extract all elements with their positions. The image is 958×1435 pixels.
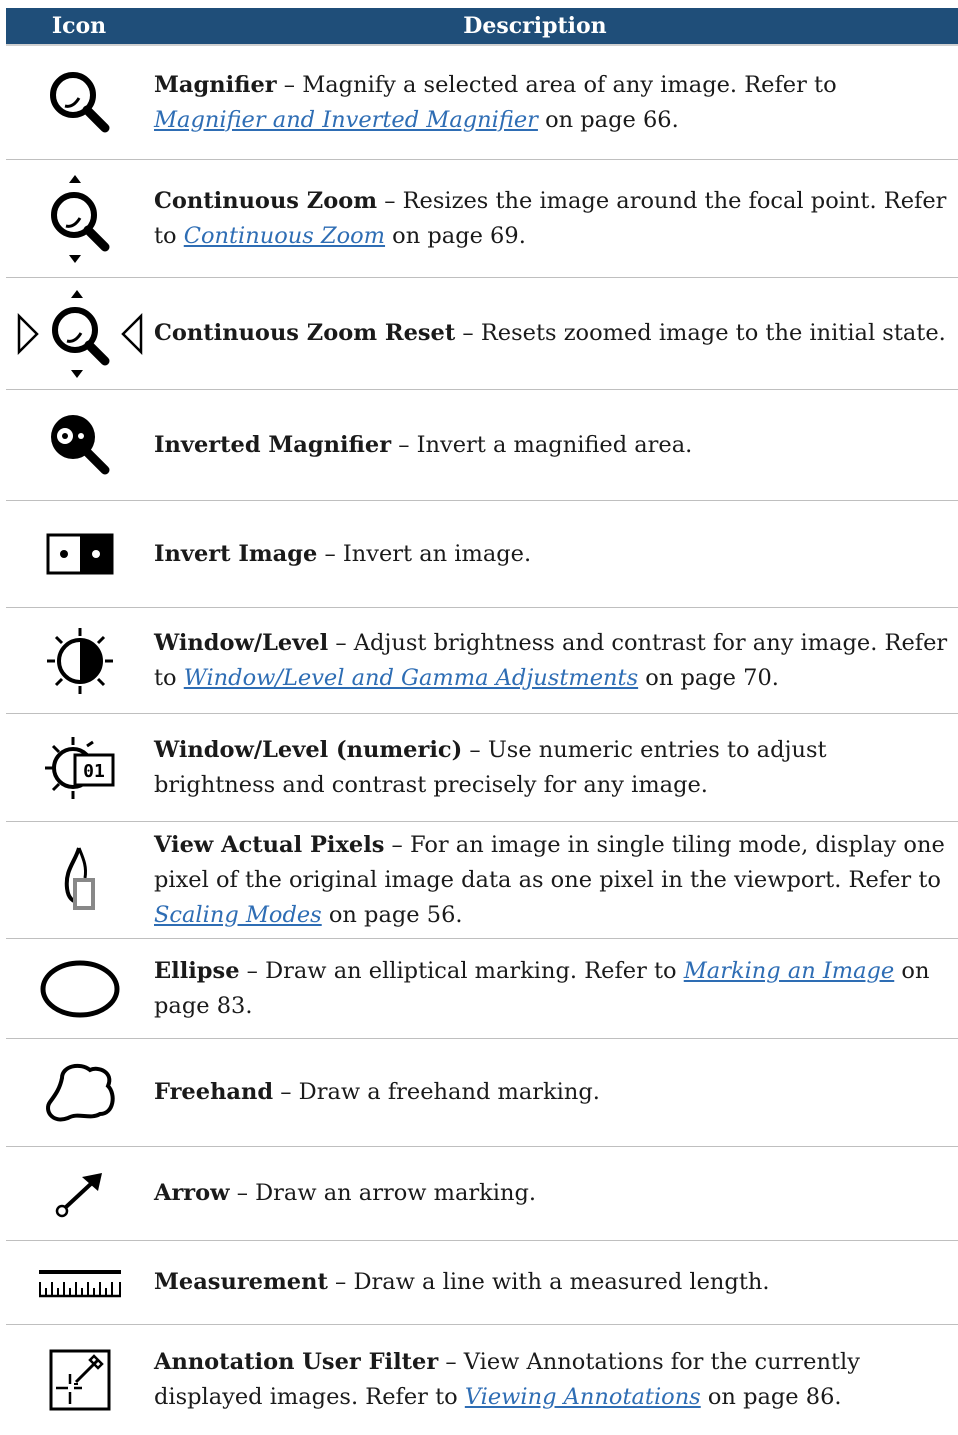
page-link[interactable]: Viewing Annotations — [465, 1384, 701, 1410]
description-column-header: Description — [463, 13, 607, 39]
page-link[interactable]: Window/Level and Gamma Adjustments — [184, 665, 638, 691]
description-cell: Invert Image – Invert an image. — [154, 537, 958, 572]
row-title: Window/Level — [154, 629, 329, 656]
row-title: Freehand — [154, 1079, 274, 1105]
row-title: Arrow — [154, 1180, 230, 1206]
row-tail: on page 66. — [537, 106, 679, 133]
icon-column-header: Icon — [51, 13, 107, 39]
ellipse-icon — [6, 957, 154, 1021]
separator: – — [239, 957, 266, 984]
separator: – — [462, 736, 488, 763]
separator: – — [438, 1349, 464, 1375]
separator: – — [317, 540, 343, 567]
description-cell: Annotation User Filter – View Annotation… — [154, 1345, 958, 1415]
row-tail: on page 69. — [385, 222, 526, 249]
table-header: Icon Description — [6, 8, 958, 46]
table-row: Annotation User Filter – View Annotation… — [6, 1325, 958, 1435]
description-cell: Measurement – Draw a line with a measure… — [154, 1265, 958, 1300]
row-title: Magnifier — [154, 71, 277, 98]
description-cell: Inverted Magnifier – Invert a magnified … — [154, 428, 958, 463]
description-cell: Window/Level – Adjust brightness and con… — [154, 626, 958, 696]
table-row: Arrow – Draw an arrow marking. — [6, 1147, 958, 1241]
description-cell: Continuous Zoom – Resizes the image arou… — [154, 184, 958, 254]
table-row: Window/Level – Adjust brightness and con… — [6, 608, 958, 714]
row-title: Window/Level (numeric) — [154, 736, 463, 763]
continuous-zoom-icon — [6, 171, 154, 267]
table-row: Freehand – Draw a freehand marking. — [6, 1039, 958, 1147]
separator: – — [384, 831, 410, 858]
table-row: Measurement – Draw a line with a measure… — [6, 1241, 958, 1325]
description-cell: Arrow – Draw an arrow marking. — [154, 1176, 958, 1211]
table-row: Invert Image – Invert an image. — [6, 501, 958, 608]
row-text: Magnify a selected area of any image. Re… — [302, 71, 837, 98]
row-title: View Actual Pixels — [154, 831, 385, 858]
page-link[interactable]: Marking an Image — [684, 958, 895, 984]
table-row: Continuous Zoom – Resizes the image arou… — [6, 160, 958, 278]
page-link[interactable]: Continuous Zoom — [184, 223, 385, 249]
separator: – — [276, 71, 303, 98]
measurement-icon — [6, 1268, 154, 1298]
description-cell: Ellipse – Draw an elliptical marking. Re… — [154, 954, 958, 1024]
table-row: View Actual Pixels – For an image in sin… — [6, 822, 958, 939]
row-title: Continuous Zoom — [154, 187, 378, 214]
separator: – — [377, 187, 403, 214]
numeric-label: 01 — [83, 761, 105, 782]
view-actual-pixels-icon — [6, 840, 154, 920]
description-cell: Freehand – Draw a freehand marking. — [154, 1075, 958, 1110]
row-text: Draw an elliptical marking. Refer to — [265, 957, 684, 984]
arrow-icon — [6, 1169, 154, 1219]
row-text: Draw an arrow marking. — [255, 1180, 537, 1206]
row-title: Measurement — [154, 1269, 328, 1295]
description-cell: View Actual Pixels – For an image in sin… — [154, 828, 958, 933]
table-row: 01 Window/Level (numeric) – Use numeric … — [6, 714, 958, 822]
description-cell: Magnifier – Magnify a selected area of a… — [154, 68, 958, 138]
window-level-numeric-icon: 01 — [6, 733, 154, 803]
annotation-user-filter-icon — [6, 1348, 154, 1412]
row-text: Invert an image. — [342, 540, 532, 567]
row-title: Continuous Zoom Reset — [154, 320, 456, 346]
row-title: Annotation User Filter — [154, 1349, 439, 1375]
magnifier-icon — [6, 68, 154, 138]
table-row: Ellipse – Draw an elliptical marking. Re… — [6, 939, 958, 1039]
window-level-icon — [6, 626, 154, 696]
separator: – — [391, 431, 417, 458]
invert-image-icon — [6, 532, 154, 576]
row-text: Draw a line with a measured length. — [353, 1269, 770, 1295]
row-tail: on page 86. — [700, 1384, 842, 1410]
row-title: Ellipse — [154, 957, 240, 984]
separator: – — [273, 1079, 299, 1105]
inverted-magnifier-icon — [6, 410, 154, 480]
page-link[interactable]: Magnifier and Inverted Magnifier — [154, 107, 538, 133]
row-title: Inverted Magnifier — [154, 431, 392, 458]
row-tail: on page 70. — [638, 664, 779, 691]
row-text: Draw a freehand marking. — [298, 1079, 600, 1105]
freehand-icon — [6, 1058, 154, 1128]
continuous-zoom-reset-icon — [6, 286, 154, 382]
page-link[interactable]: Scaling Modes — [154, 902, 322, 928]
table-row: Magnifier – Magnify a selected area of a… — [6, 46, 958, 160]
table-row: Continuous Zoom Reset – Resets zoomed im… — [6, 278, 958, 390]
description-cell: Window/Level (numeric) – Use numeric ent… — [154, 733, 958, 803]
separator: – — [327, 1269, 354, 1295]
separator: – — [328, 629, 354, 656]
separator: – — [229, 1180, 256, 1206]
description-cell: Continuous Zoom Reset – Resets zoomed im… — [154, 316, 958, 351]
row-text: Resets zoomed image to the initial state… — [480, 320, 946, 346]
icon-description-table: Icon Description Magnifier – Magnify a s… — [6, 8, 958, 1435]
separator: – — [455, 320, 481, 346]
row-title: Invert Image — [154, 540, 318, 567]
row-text: Invert a magnified area. — [416, 431, 693, 458]
table-row: Inverted Magnifier – Invert a magnified … — [6, 390, 958, 501]
row-tail: on page 56. — [321, 901, 463, 928]
